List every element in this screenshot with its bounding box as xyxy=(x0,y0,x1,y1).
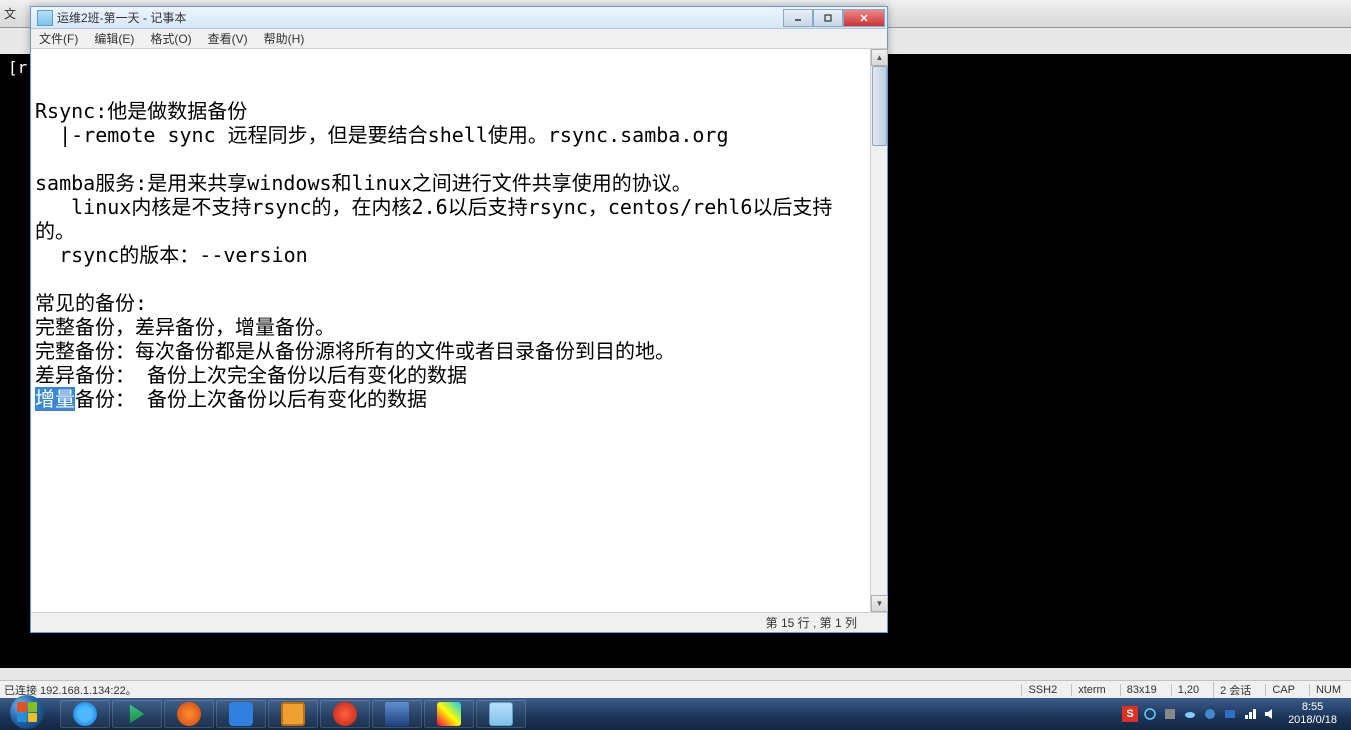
notepad-menubar: 文件(F) 编辑(E) 格式(O) 查看(V) 帮助(H) xyxy=(31,29,887,49)
ssh-statusbar: 已连接 192.168.1.134:22。 SSH2 xterm 83x19 1… xyxy=(0,680,1351,698)
notepad-window: 运维2班-第一天 - 记事本 文件(F) 编辑(E) 格式(O) 查看(V) 帮… xyxy=(30,6,888,633)
text-before-selection: Rsync:他是做数据备份 |-remote sync 远程同步，但是要结合sh… xyxy=(35,99,832,387)
volume-icon[interactable] xyxy=(1262,706,1278,722)
taskbar-item-ie[interactable] xyxy=(60,700,110,728)
ssh-protocol: SSH2 xyxy=(1021,684,1063,696)
menu-view[interactable]: 查看(V) xyxy=(204,28,252,49)
notepad-statusbar: 第 15 行 , 第 1 列 xyxy=(31,612,887,632)
network-icon[interactable] xyxy=(1242,706,1258,722)
scroll-down-button[interactable]: ▼ xyxy=(871,595,888,612)
notepad-content-area: Rsync:他是做数据备份 |-remote sync 远程同步，但是要结合sh… xyxy=(31,49,887,612)
system-tray: S 8:55 2018/0/18 xyxy=(1122,698,1351,730)
tray-icon-3[interactable] xyxy=(1202,706,1218,722)
notepad-title: 运维2班-第一天 - 记事本 xyxy=(57,9,783,26)
notepad-text[interactable]: Rsync:他是做数据备份 |-remote sync 远程同步，但是要结合sh… xyxy=(31,49,870,612)
menu-help[interactable]: 帮助(H) xyxy=(260,28,309,49)
tray-icon-4[interactable] xyxy=(1222,706,1238,722)
ssh-sessions: 2 会话 xyxy=(1213,682,1257,698)
windows-logo-icon xyxy=(10,695,44,729)
menu-file[interactable]: 文件(F) xyxy=(35,28,82,49)
taskbar-item-app1[interactable] xyxy=(216,700,266,728)
taskbar: S 8:55 2018/0/18 xyxy=(0,698,1351,730)
text-selection: 增量 xyxy=(35,387,75,411)
taskbar-item-vmware[interactable] xyxy=(268,700,318,728)
clock-time: 8:55 xyxy=(1288,701,1337,714)
scroll-up-button[interactable]: ▲ xyxy=(871,49,888,66)
maximize-button[interactable] xyxy=(813,9,843,27)
vertical-scrollbar[interactable]: ▲ ▼ xyxy=(870,49,887,612)
notepad-icon xyxy=(37,10,53,26)
menu-edit[interactable]: 编辑(E) xyxy=(90,28,138,49)
close-button[interactable] xyxy=(843,9,885,27)
ssh-size: 83x19 xyxy=(1120,684,1163,696)
taskbar-clock[interactable]: 8:55 2018/0/18 xyxy=(1282,701,1343,727)
ssh-caplock: CAP xyxy=(1265,684,1301,696)
ssh-numlock: NUM xyxy=(1309,684,1347,696)
notepad-titlebar[interactable]: 运维2班-第一天 - 记事本 xyxy=(31,7,887,29)
terminal-prompt: [r xyxy=(8,58,27,77)
terminal-menu-label[interactable]: 文 xyxy=(4,5,16,22)
tray-icon-1[interactable] xyxy=(1142,706,1158,722)
tray-cloud-icon[interactable] xyxy=(1182,706,1198,722)
ime-icon[interactable]: S xyxy=(1122,706,1138,722)
ssh-cursor: 1,20 xyxy=(1171,684,1205,696)
scroll-thumb[interactable] xyxy=(872,66,887,146)
taskbar-item-app2[interactable] xyxy=(320,700,370,728)
ssh-status-right: SSH2 xterm 83x19 1,20 2 会话 CAP NUM xyxy=(1021,682,1347,698)
text-after-selection: 备份： 备份上次备份以后有变化的数据 xyxy=(75,387,427,411)
window-controls xyxy=(783,9,885,27)
taskbar-item-desktop[interactable] xyxy=(372,700,422,728)
taskbar-items xyxy=(54,698,526,730)
minimize-button[interactable] xyxy=(783,9,813,27)
start-button[interactable] xyxy=(0,698,54,730)
tray-icon-2[interactable] xyxy=(1162,706,1178,722)
taskbar-item-notepad[interactable] xyxy=(476,700,526,728)
cursor-position: 第 15 行 , 第 1 列 xyxy=(766,614,857,631)
menu-format[interactable]: 格式(O) xyxy=(146,28,195,49)
ssh-term: xterm xyxy=(1071,684,1112,696)
taskbar-item-firefox[interactable] xyxy=(164,700,214,728)
taskbar-item-paint[interactable] xyxy=(424,700,474,728)
taskbar-item-video[interactable] xyxy=(112,700,162,728)
ssh-connection-status: 已连接 192.168.1.134:22。 xyxy=(4,682,1021,698)
clock-date: 2018/0/18 xyxy=(1288,714,1337,727)
